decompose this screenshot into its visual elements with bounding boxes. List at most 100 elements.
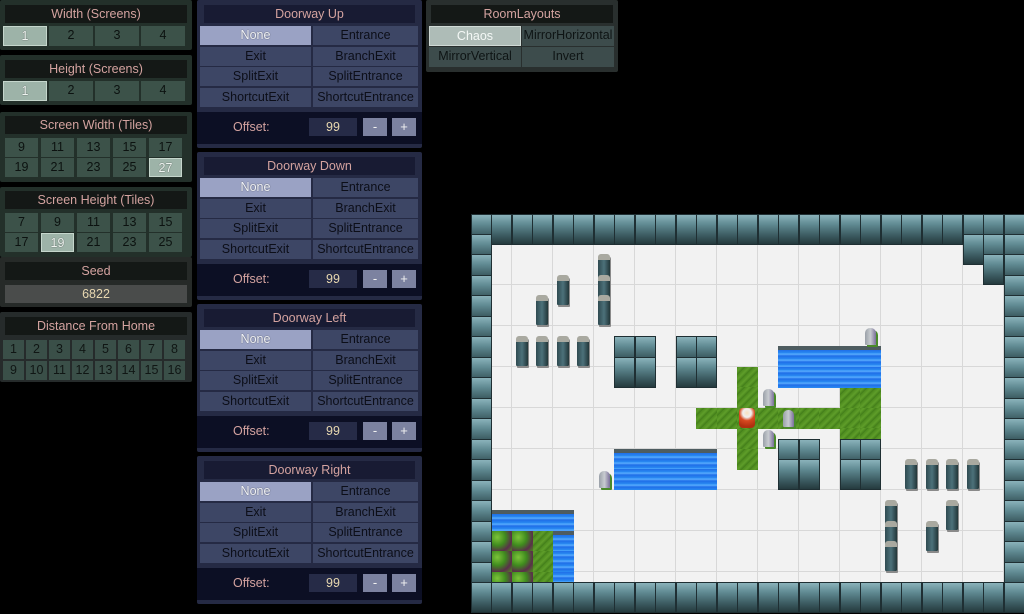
offset-decrement-button[interactable]: - [363,118,387,136]
height-screens-option-4[interactable]: 4 [141,81,185,101]
screen-width-option-13[interactable]: 13 [77,138,110,157]
doorway-down-option-branchexit[interactable]: BranchExit [313,198,418,218]
screen-height-option-23[interactable]: 23 [113,233,146,252]
doorway-left-option-branchexit[interactable]: BranchExit [313,350,418,370]
offset-decrement-button[interactable]: - [363,422,387,440]
doorway-down-option-entrance[interactable]: Entrance [313,178,418,197]
doorway-left-option-entrance[interactable]: Entrance [313,330,418,349]
doorway-down-option-splitentrance[interactable]: SplitEntrance [313,219,418,238]
screen-height-option-15[interactable]: 15 [149,213,182,232]
distance-option-1[interactable]: 1 [3,340,24,359]
distance-option-3[interactable]: 3 [49,340,70,359]
screen-width-option-15[interactable]: 15 [113,138,146,157]
screen-height-option-19[interactable]: 19 [41,233,74,252]
screen-height-option-17[interactable]: 17 [5,233,38,252]
doorway-right-option-branchexit[interactable]: BranchExit [313,502,418,522]
distance-option-4[interactable]: 4 [72,340,93,359]
screen-height-option-7[interactable]: 7 [5,213,38,232]
doorway-up-option-splitexit[interactable]: SplitExit [200,67,311,86]
doorway-up-option-none[interactable]: None [200,26,311,45]
distance-option-9[interactable]: 9 [3,361,24,380]
screen-width-option-27[interactable]: 27 [149,158,182,177]
doorway-right-option-splitentrance[interactable]: SplitEntrance [313,523,418,542]
offset-increment-button[interactable]: + [392,422,416,440]
doorway-down-option-splitexit[interactable]: SplitExit [200,219,311,238]
offset-increment-button[interactable]: + [392,574,416,592]
screen-width-option-9[interactable]: 9 [5,138,38,157]
distance-option-5[interactable]: 5 [95,340,116,359]
doorway-left-option-splitentrance[interactable]: SplitEntrance [313,371,418,390]
distance-option-10[interactable]: 10 [26,361,47,380]
doorway-left-option-none[interactable]: None [200,330,311,349]
doorway-down-option-none[interactable]: None [200,178,311,197]
wall-tile [696,582,718,614]
doorway-up-option-exit[interactable]: Exit [200,46,311,66]
doorway-up-option-shortcutexit[interactable]: ShortcutExit [200,87,311,107]
offset-decrement-button[interactable]: - [363,270,387,288]
width-screens-option-4[interactable]: 4 [141,26,185,46]
doorway-up-option-entrance[interactable]: Entrance [313,26,418,45]
room-layout-option-mirrorhorizontal[interactable]: MirrorHorizontal [522,26,614,46]
screen-width-option-17[interactable]: 17 [149,138,182,157]
offset-value[interactable]: 99 [309,422,357,440]
floor-tile [942,551,964,573]
doorway-right-option-splitexit[interactable]: SplitExit [200,523,311,542]
floor-tile [983,284,1005,306]
doorway-right-option-entrance[interactable]: Entrance [313,482,418,501]
screen-height-option-11[interactable]: 11 [77,213,110,232]
offset-increment-button[interactable]: + [392,270,416,288]
width-screens-option-1[interactable]: 1 [3,26,47,46]
height-screens-option-3[interactable]: 3 [95,81,139,101]
distance-option-12[interactable]: 12 [72,361,93,380]
height-screens-option-2[interactable]: 2 [49,81,93,101]
screen-height-option-21[interactable]: 21 [77,233,110,252]
doorway-left-option-splitexit[interactable]: SplitExit [200,371,311,390]
doorway-up-option-branchexit[interactable]: BranchExit [313,46,418,66]
player-character[interactable] [739,407,756,428]
distance-option-8[interactable]: 8 [164,340,185,359]
screen-height-option-13[interactable]: 13 [113,213,146,232]
screen-width-option-11[interactable]: 11 [41,138,74,157]
distance-option-13[interactable]: 13 [95,361,116,380]
distance-option-11[interactable]: 11 [49,361,70,380]
offset-decrement-button[interactable]: - [363,574,387,592]
room-map[interactable] [471,214,1024,614]
doorway-down-option-shortcutentrance[interactable]: ShortcutEntrance [313,239,418,259]
doorway-left-option-shortcutexit[interactable]: ShortcutExit [200,391,311,411]
distance-option-16[interactable]: 16 [164,361,185,380]
room-layout-option-chaos[interactable]: Chaos [429,26,521,46]
doorway-up-option-splitentrance[interactable]: SplitEntrance [313,67,418,86]
distance-option-7[interactable]: 7 [141,340,162,359]
room-layout-option-invert[interactable]: Invert [522,47,614,67]
distance-option-6[interactable]: 6 [118,340,139,359]
doorway-down-option-shortcutexit[interactable]: ShortcutExit [200,239,311,259]
doorway-down-option-exit[interactable]: Exit [200,198,311,218]
screen-height-option-25[interactable]: 25 [149,233,182,252]
room-layout-option-mirrorvertical[interactable]: MirrorVertical [429,47,521,67]
offset-increment-button[interactable]: + [392,118,416,136]
doorway-left-option-exit[interactable]: Exit [200,350,311,370]
screen-height-option-9[interactable]: 9 [41,213,74,232]
offset-value[interactable]: 99 [309,118,357,136]
screen-width-option-23[interactable]: 23 [77,158,110,177]
doorway-right-option-exit[interactable]: Exit [200,502,311,522]
distance-option-14[interactable]: 14 [118,361,139,380]
height-screens-option-1[interactable]: 1 [3,81,47,101]
seed-input[interactable]: 6822 [5,285,187,303]
offset-value[interactable]: 99 [309,270,357,288]
doorway-right-option-shortcutentrance[interactable]: ShortcutEntrance [313,543,418,563]
floor-tile [491,284,513,306]
doorway-right-option-shortcutexit[interactable]: ShortcutExit [200,543,311,563]
screen-width-option-19[interactable]: 19 [5,158,38,177]
wall-tile [880,214,902,245]
width-screens-option-3[interactable]: 3 [95,26,139,46]
screen-width-option-21[interactable]: 21 [41,158,74,177]
doorway-right-option-none[interactable]: None [200,482,311,501]
screen-width-option-25[interactable]: 25 [113,158,146,177]
distance-option-2[interactable]: 2 [26,340,47,359]
offset-value[interactable]: 99 [309,574,357,592]
doorway-left-option-shortcutentrance[interactable]: ShortcutEntrance [313,391,418,411]
doorway-up-option-shortcutentrance[interactable]: ShortcutEntrance [313,87,418,107]
distance-option-15[interactable]: 15 [141,361,162,380]
width-screens-option-2[interactable]: 2 [49,26,93,46]
